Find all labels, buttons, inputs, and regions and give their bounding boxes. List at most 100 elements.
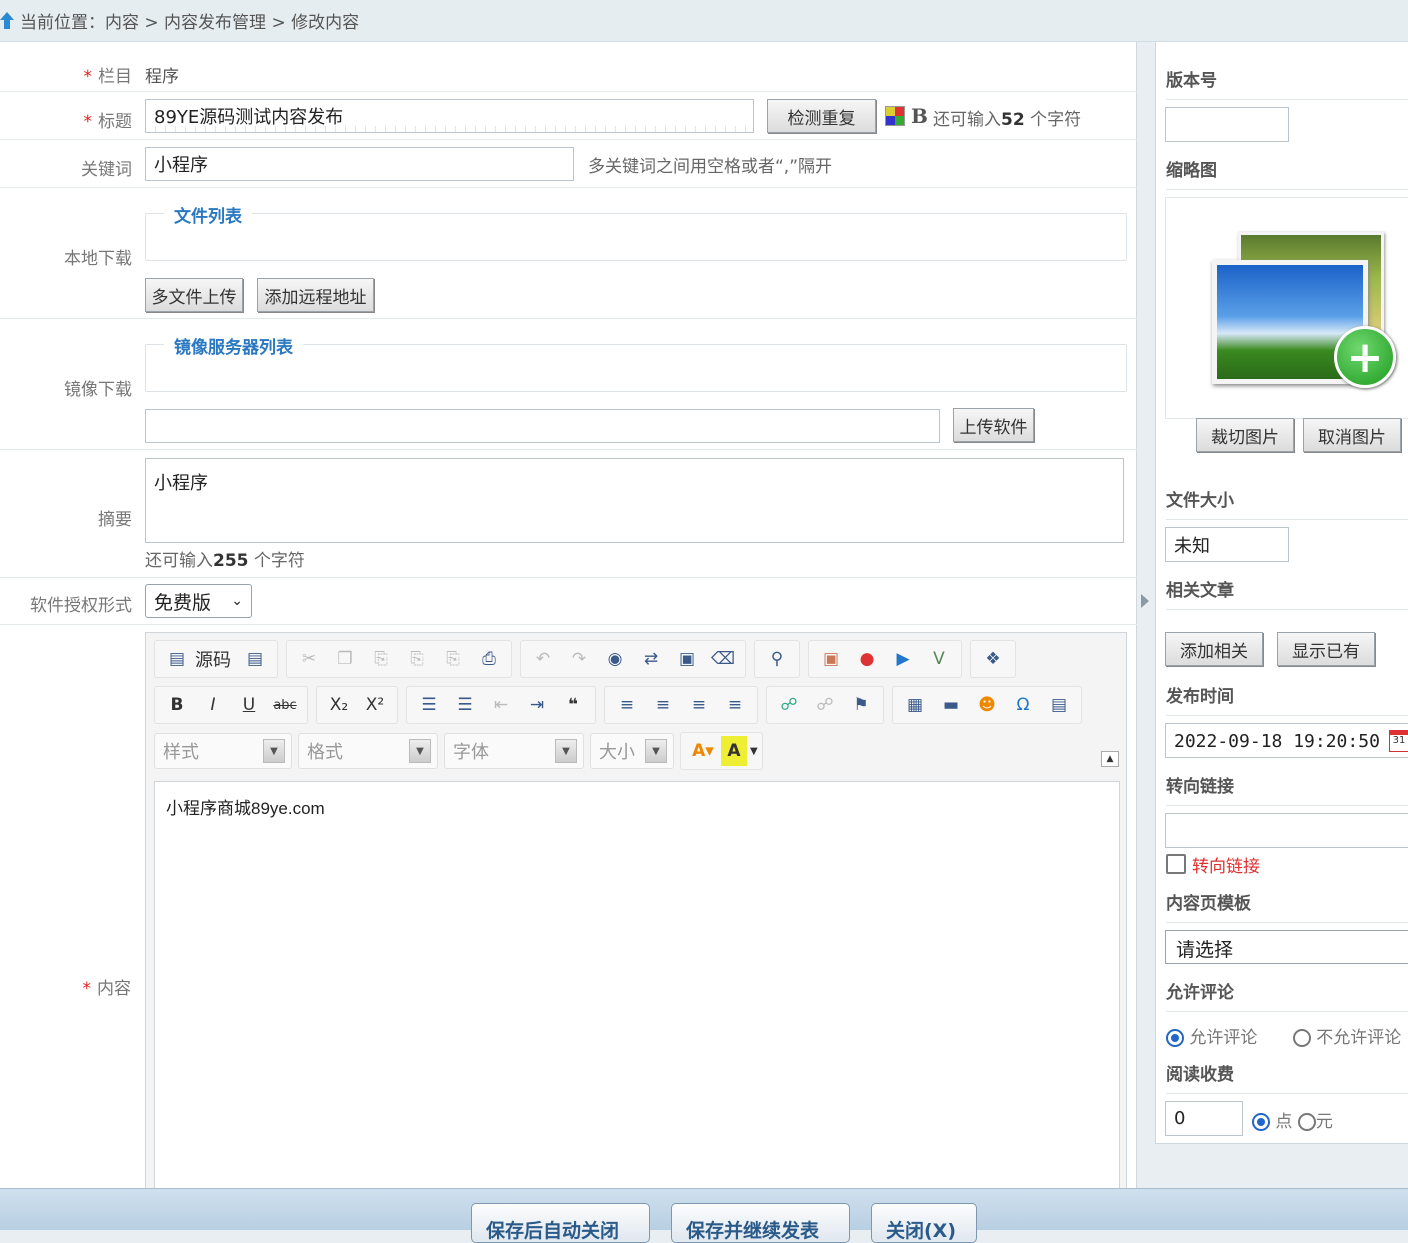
- redirect-checkbox-label[interactable]: 转向链接: [1192, 852, 1260, 877]
- fee-yuan-label[interactable]: 元: [1316, 1112, 1333, 1132]
- outdent-icon[interactable]: ⇤: [483, 690, 519, 720]
- templates-icon[interactable]: ▤: [237, 644, 273, 674]
- version-input[interactable]: [1165, 107, 1289, 142]
- preview-icon[interactable]: ⚲: [759, 644, 795, 674]
- print-icon[interactable]: ⎙: [471, 644, 507, 674]
- sidebar-panel: 版本号 缩略图 + 裁切图片 取消图片 文件大小 相关文章 添加相关 显示已有 …: [1155, 42, 1408, 1144]
- indent-icon[interactable]: ⇥: [519, 690, 555, 720]
- bg-color-icon[interactable]: A: [721, 736, 747, 766]
- superscript-icon[interactable]: X²: [357, 690, 393, 720]
- thumbnail-box[interactable]: +: [1165, 197, 1408, 419]
- multi-upload-button[interactable]: 多文件上传: [145, 278, 243, 312]
- maximize-icon[interactable]: ❖: [975, 644, 1011, 674]
- paste-text-icon[interactable]: ⎘: [399, 644, 435, 674]
- text-color-icon[interactable]: A▾: [685, 736, 721, 766]
- replace-icon[interactable]: ⇄: [633, 644, 669, 674]
- upload-software-button[interactable]: 上传软件: [953, 408, 1034, 442]
- style-combo[interactable]: 样式 ▼: [154, 733, 292, 769]
- table-icon[interactable]: ▦: [897, 690, 933, 720]
- redirect-checkbox[interactable]: [1166, 854, 1186, 874]
- ordered-list-icon[interactable]: ☰: [411, 690, 447, 720]
- editor-content-area[interactable]: 小程序商城89ye.com: [154, 781, 1120, 1191]
- row-local-download: 本地下载 文件列表 多文件上传 添加远程地址: [0, 188, 1137, 319]
- fee-points-radio[interactable]: [1252, 1113, 1270, 1131]
- copy-icon[interactable]: ❐: [327, 644, 363, 674]
- unlink-icon[interactable]: ☍: [807, 690, 843, 720]
- fee-input[interactable]: [1165, 1101, 1243, 1136]
- template-select[interactable]: 请选择: [1165, 930, 1408, 964]
- calendar-icon[interactable]: 31: [1389, 730, 1408, 752]
- align-justify-icon[interactable]: ≡: [717, 690, 753, 720]
- redirect-label: 转向链接: [1166, 772, 1408, 806]
- format-combo-label: 格式: [307, 742, 343, 763]
- publish-time-input[interactable]: 2022-09-18 19:20:50: [1165, 723, 1408, 758]
- bold-title-icon[interactable]: B: [911, 104, 928, 128]
- font-combo[interactable]: 字体 ▼: [444, 733, 584, 769]
- sidebar-splitter[interactable]: [1137, 42, 1155, 1188]
- find-icon[interactable]: ◉: [597, 644, 633, 674]
- underline-icon[interactable]: U: [231, 690, 267, 720]
- italic-icon[interactable]: I: [195, 690, 231, 720]
- flash-icon[interactable]: ●: [849, 644, 885, 674]
- file-list-box: [145, 213, 1127, 261]
- paste-word-icon[interactable]: ⎘: [435, 644, 471, 674]
- comment-deny-label[interactable]: 不允许评论: [1316, 1028, 1401, 1048]
- video-icon[interactable]: ▶: [885, 644, 921, 674]
- paste-icon[interactable]: ⎘: [363, 644, 399, 674]
- horizontal-rule-icon[interactable]: ▬: [933, 690, 969, 720]
- subscript-icon[interactable]: X₂: [321, 690, 357, 720]
- summary-textarea[interactable]: 小程序: [145, 458, 1124, 543]
- chevron-down-icon[interactable]: ▼: [750, 746, 758, 757]
- crop-image-button[interactable]: 裁切图片: [1196, 418, 1294, 452]
- source-label[interactable]: 源码: [195, 646, 231, 672]
- save-continue-button[interactable]: 保存并继续发表: [671, 1203, 850, 1243]
- add-image-icon[interactable]: +: [1334, 326, 1396, 388]
- cut-icon[interactable]: ✂: [291, 644, 327, 674]
- redirect-input[interactable]: [1165, 813, 1408, 848]
- page-break-icon[interactable]: ▤: [1041, 690, 1077, 720]
- blockquote-icon[interactable]: ❝: [555, 690, 591, 720]
- fee-unit-radios: 点 元: [1252, 1107, 1333, 1132]
- collapse-toolbar-icon[interactable]: ▲: [1101, 751, 1119, 767]
- filesize-input[interactable]: [1165, 527, 1289, 562]
- link-icon[interactable]: ☍: [771, 690, 807, 720]
- cancel-image-button[interactable]: 取消图片: [1303, 418, 1401, 452]
- strike-icon[interactable]: abc: [267, 690, 303, 720]
- add-remote-button[interactable]: 添加远程地址: [257, 278, 374, 312]
- remove-format-icon[interactable]: ⌫: [705, 644, 741, 674]
- comment-allow-label[interactable]: 允许评论: [1189, 1028, 1257, 1048]
- fee-yuan-radio[interactable]: [1297, 1113, 1316, 1131]
- undo-icon[interactable]: ↶: [525, 644, 561, 674]
- redo-icon[interactable]: ↷: [561, 644, 597, 674]
- align-right-icon[interactable]: ≡: [681, 690, 717, 720]
- row-mirror-download: 镜像下载 镜像服务器列表 上传软件: [0, 319, 1137, 450]
- show-existing-button[interactable]: 显示已有: [1277, 632, 1375, 666]
- source-icon[interactable]: ▤: [159, 644, 195, 674]
- align-left-icon[interactable]: ≡: [609, 690, 645, 720]
- comment-allow-radio[interactable]: [1166, 1029, 1184, 1047]
- special-char-icon[interactable]: Ω: [1005, 690, 1041, 720]
- check-duplicate-button[interactable]: 检测重复: [767, 99, 876, 133]
- size-combo[interactable]: 大小 ▼: [590, 733, 674, 769]
- summary-label: 摘要: [98, 510, 132, 530]
- software-url-input[interactable]: [145, 409, 940, 443]
- title-input[interactable]: [145, 99, 754, 133]
- keywords-input[interactable]: [145, 147, 574, 181]
- image-icon[interactable]: ▣: [813, 644, 849, 674]
- save-close-button[interactable]: 保存后自动关闭: [471, 1203, 650, 1243]
- fee-points-label[interactable]: 点: [1275, 1112, 1292, 1132]
- v-icon[interactable]: V: [921, 644, 957, 674]
- smiley-icon[interactable]: ☻: [969, 690, 1005, 720]
- bullet-list-icon[interactable]: ☰: [447, 690, 483, 720]
- anchor-flag-icon[interactable]: ⚑: [843, 690, 879, 720]
- expand-arrow-icon[interactable]: [1141, 594, 1149, 608]
- color-picker-icon[interactable]: [885, 106, 905, 126]
- select-all-icon[interactable]: ▣: [669, 644, 705, 674]
- bold-icon[interactable]: B: [159, 690, 195, 720]
- align-center-icon[interactable]: ≡: [645, 690, 681, 720]
- format-combo[interactable]: 格式 ▼: [298, 733, 438, 769]
- close-button[interactable]: 关闭(X): [871, 1203, 977, 1243]
- add-related-button[interactable]: 添加相关: [1165, 632, 1263, 666]
- comment-deny-radio[interactable]: [1292, 1029, 1311, 1047]
- license-select[interactable]: 免费版 ⌄: [145, 584, 252, 618]
